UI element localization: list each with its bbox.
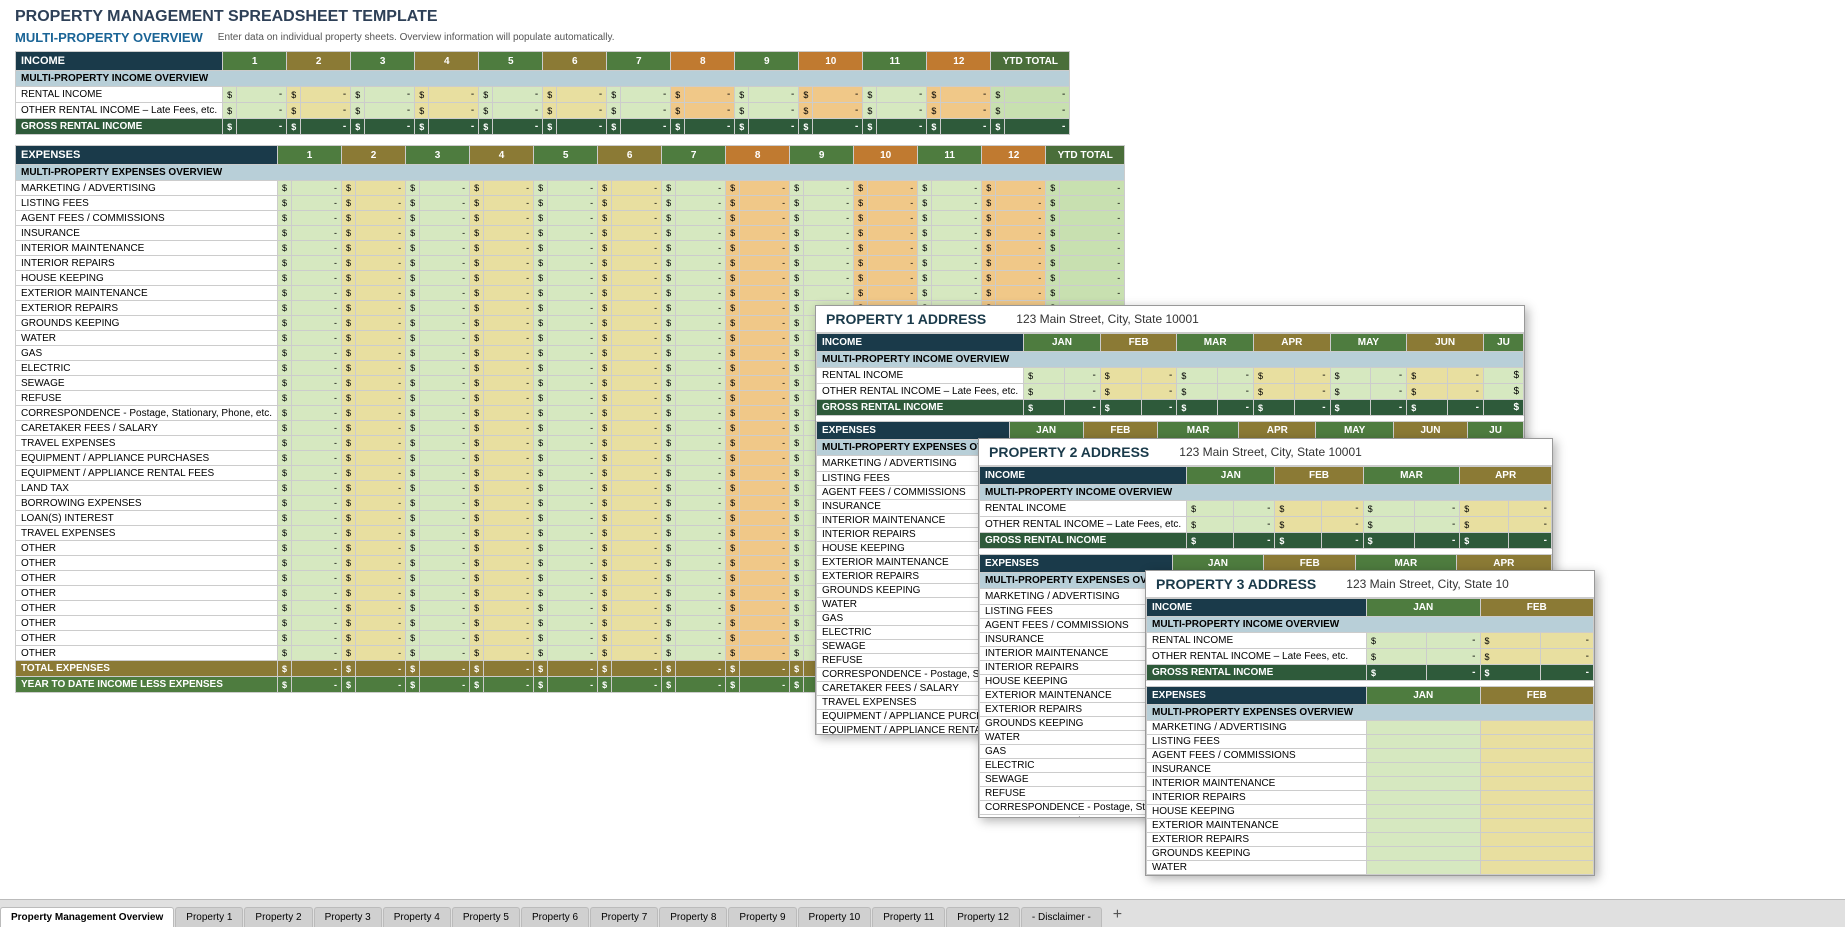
table-row: INTERIOR REPAIRS (1147, 791, 1594, 805)
col-12: 12 (927, 52, 991, 71)
page-container: PROPERTY MANAGEMENT SPREADSHEET TEMPLATE… (0, 0, 1845, 927)
page-title: PROPERTY MANAGEMENT SPREADSHEET TEMPLATE (0, 0, 1845, 28)
table-row: RENTAL INCOME $- $- $- $- $- $- $- $- $-… (16, 87, 1070, 103)
col-8: 8 (671, 52, 735, 71)
table-row: RENTAL INCOME $- $- $- $- (980, 501, 1552, 517)
table-row: INTERIOR REPAIRS$ -$ -$ -$ -$ -$ -$ -$ -… (16, 256, 1125, 271)
table-row: HOUSE KEEPING$ -$ -$ -$ -$ -$ -$ -$ -$ -… (16, 271, 1125, 286)
table-row: LISTING FEES (1147, 735, 1594, 749)
property3-income-table: INCOME JAN FEB MULTI-PROPERTY INCOME OVE… (1146, 598, 1594, 681)
property3-expenses-table: EXPENSES JAN FEB MULTI-PROPERTY EXPENSES… (1146, 686, 1594, 875)
tab-property1[interactable]: Property 1 (175, 907, 243, 927)
col-10: 10 (799, 52, 863, 71)
property1-title: PROPERTY 1 ADDRESS (826, 311, 986, 327)
col-ytd: YTD TOTAL (991, 52, 1070, 71)
tab-property11[interactable]: Property 11 (872, 907, 945, 927)
col-2: 2 (287, 52, 351, 71)
property3-title: PROPERTY 3 ADDRESS (1156, 576, 1316, 592)
col-4: 4 (415, 52, 479, 71)
table-row: INSURANCE$ -$ -$ -$ -$ -$ -$ -$ -$ -$ -$… (16, 226, 1125, 241)
table-row: INTERIOR MAINTENANCE (1147, 777, 1594, 791)
property2-address: 123 Main Street, City, State 10001 (1179, 445, 1362, 459)
col-7: 7 (607, 52, 671, 71)
expenses-header: EXPENSES (16, 146, 278, 165)
table-row: OTHER RENTAL INCOME – Late Fees, etc. $-… (16, 103, 1070, 119)
tab-bar: Property Management Overview Property 1 … (0, 899, 1845, 927)
tab-property12[interactable]: Property 12 (946, 907, 1020, 927)
tab-property4[interactable]: Property 4 (383, 907, 451, 927)
subtitle: Enter data on individual property sheets… (218, 32, 615, 43)
tab-overview[interactable]: Property Management Overview (0, 907, 174, 927)
table-row: INTERIOR MAINTENANCE$ -$ -$ -$ -$ -$ -$ … (16, 241, 1125, 256)
table-row: EXTERIOR MAINTENANCE (1147, 819, 1594, 833)
table-row: RENTAL INCOME $- $- (1147, 633, 1594, 649)
income-sub-header: MULTI-PROPERTY INCOME OVERVIEW (16, 71, 1070, 87)
col-11: 11 (863, 52, 927, 71)
tab-add[interactable]: + (1105, 903, 1130, 927)
col-5: 5 (479, 52, 543, 71)
property1-address: 123 Main Street, City, State 10001 (1016, 312, 1199, 326)
table-row: EXTERIOR REPAIRS (1147, 833, 1594, 847)
col-9: 9 (735, 52, 799, 71)
tab-property6[interactable]: Property 6 (521, 907, 589, 927)
overview-title: MULTI-PROPERTY OVERVIEW (15, 30, 203, 45)
tab-property3[interactable]: Property 3 (314, 907, 382, 927)
col-6: 6 (543, 52, 607, 71)
gross-income-row: GROSS RENTAL INCOME $- $- (1147, 665, 1594, 681)
tab-disclaimer[interactable]: - Disclaimer - (1021, 907, 1102, 927)
table-row: MARKETING / ADVERTISING $ - $ - $ - $ - … (16, 181, 1125, 196)
table-row: MARKETING / ADVERTISING (1147, 721, 1594, 735)
property2-title: PROPERTY 2 ADDRESS (989, 444, 1149, 460)
table-row: RENTAL INCOME $- $- $- $- $- $- $ (817, 368, 1524, 384)
table-row: EXTERIOR MAINTENANCE$ -$ -$ -$ -$ -$ -$ … (16, 286, 1125, 301)
table-row: WATER (1147, 861, 1594, 875)
property2-income-table: INCOME JAN FEB MAR APR MULTI-PROPERTY IN… (979, 466, 1552, 549)
table-row: INSURANCE (1147, 763, 1594, 777)
income-table: INCOME 1 2 3 4 5 6 7 8 9 10 11 12 YTD TO… (15, 51, 1070, 135)
tab-property2[interactable]: Property 2 (244, 907, 312, 927)
gross-income-row: GROSS RENTAL INCOME $- $- $- $- $- $- $ (817, 400, 1524, 416)
table-row: AGENT FEES / COMMISSIONS$ -$ -$ -$ -$ -$… (16, 211, 1125, 226)
table-row: LISTING FEES$ -$ -$ -$ -$ -$ -$ -$ -$ -$… (16, 196, 1125, 211)
property1-income-table: INCOME JAN FEB MAR APR MAY JUN JU MULTI-… (816, 333, 1524, 416)
table-row: OTHER RENTAL INCOME – Late Fees, etc. $-… (1147, 649, 1594, 665)
tab-property7[interactable]: Property 7 (590, 907, 658, 927)
property3-address: 123 Main Street, City, State 10 (1346, 577, 1509, 591)
table-row: OTHER RENTAL INCOME – Late Fees, etc. $-… (817, 384, 1524, 400)
table-row: AGENT FEES / COMMISSIONS (1147, 749, 1594, 763)
table-row: HOUSE KEEPING (1147, 805, 1594, 819)
tab-property10[interactable]: Property 10 (798, 907, 872, 927)
gross-income-row: GROSS RENTAL INCOME $- $- $- $- (980, 533, 1552, 549)
tab-property5[interactable]: Property 5 (452, 907, 520, 927)
table-row: OTHER RENTAL INCOME – Late Fees, etc. $-… (980, 517, 1552, 533)
col-1: 1 (223, 52, 287, 71)
tab-property9[interactable]: Property 9 (728, 907, 796, 927)
col-3: 3 (351, 52, 415, 71)
income-header: INCOME (16, 52, 223, 71)
table-row: GROUNDS KEEPING (1147, 847, 1594, 861)
property3-overlay: PROPERTY 3 ADDRESS 123 Main Street, City… (1145, 570, 1595, 876)
tab-property8[interactable]: Property 8 (659, 907, 727, 927)
gross-income-row: GROSS RENTAL INCOME $- $- $- $- $- $- $-… (16, 119, 1070, 135)
